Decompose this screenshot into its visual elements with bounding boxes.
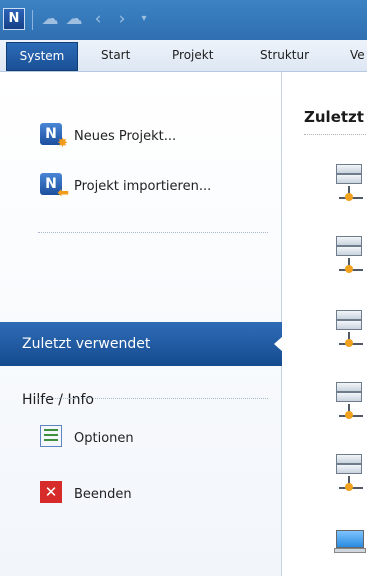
cloud-sync-icon[interactable]: ☁	[64, 9, 84, 29]
recent-projects-title: Zuletzt	[304, 108, 364, 126]
app-window: N ☁ ☁ ‹ › ▾ System Start Projekt Struktu…	[0, 0, 367, 576]
import-project-icon: N ⬅	[40, 173, 69, 201]
app-icon[interactable]: N	[3, 8, 25, 30]
exit-button[interactable]: ✕ Beenden	[40, 480, 132, 508]
network-project-icon[interactable]	[336, 164, 364, 206]
tab-start[interactable]: Start	[101, 48, 130, 62]
import-project-button[interactable]: N ⬅ Projekt importieren...	[40, 172, 212, 201]
cloud-icon[interactable]: ☁	[40, 9, 60, 29]
tab-projekt[interactable]: Projekt	[172, 48, 213, 62]
network-project-icon[interactable]	[336, 310, 364, 352]
laptop-project-icon[interactable]	[334, 530, 366, 556]
recent-projects-pane: Zuletzt	[282, 72, 367, 576]
tab-struktur[interactable]: Struktur	[260, 48, 309, 62]
title-bar: N ☁ ☁ ‹ › ▾	[0, 0, 367, 40]
customize-dropdown-icon[interactable]: ▾	[134, 9, 154, 29]
tab-partial[interactable]: Ve	[350, 48, 365, 62]
options-button[interactable]: Optionen	[40, 424, 134, 452]
options-label: Optionen	[74, 430, 134, 446]
import-project-label: Projekt importieren...	[74, 178, 212, 194]
network-project-icon[interactable]	[336, 454, 364, 496]
ribbon-tab-bar: System Start Projekt Struktur Ve	[0, 40, 367, 72]
new-project-icon: N ✸	[40, 123, 68, 151]
new-project-label: Neues Projekt...	[74, 128, 177, 144]
nav-zuletzt-verwendet[interactable]: Zuletzt verwendet	[0, 322, 283, 366]
exit-icon: ✕	[40, 481, 66, 507]
nav-hilfe-info[interactable]: Hilfe / Info	[22, 392, 94, 408]
options-icon	[40, 425, 66, 451]
network-project-icon[interactable]	[336, 382, 364, 424]
quick-access-separator	[32, 10, 33, 30]
network-project-icon[interactable]	[336, 236, 364, 278]
backstage-menu: N ✸ Neues Projekt... N ⬅ Projekt importier…	[0, 72, 283, 576]
menu-divider	[38, 398, 268, 399]
exit-label: Beenden	[74, 486, 132, 502]
back-icon[interactable]: ‹	[88, 9, 108, 29]
new-project-button[interactable]: N ✸ Neues Projekt...	[40, 122, 177, 151]
menu-divider	[38, 232, 268, 233]
forward-icon[interactable]: ›	[112, 9, 132, 29]
title-divider	[304, 134, 367, 135]
tab-system[interactable]: System	[6, 42, 78, 71]
